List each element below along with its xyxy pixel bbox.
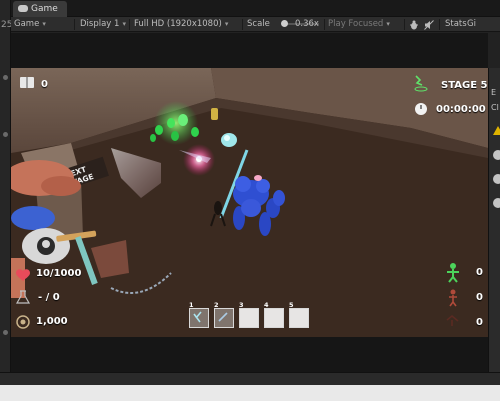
book-count: 0 xyxy=(41,79,48,90)
health-value: 10/1000 xyxy=(36,268,82,279)
stage-label: STAGE 5 xyxy=(441,80,488,91)
divider xyxy=(439,19,440,30)
ally-count-green: 0 xyxy=(476,267,483,278)
game-scene: NEXT STAGE xyxy=(11,68,488,337)
tab-label: Game xyxy=(31,4,58,14)
panel-dot xyxy=(3,132,8,137)
audio-mute-icon[interactable] xyxy=(424,20,434,30)
gamepad-icon xyxy=(18,5,28,12)
display-dropdown[interactable]: Display 1 xyxy=(80,19,126,29)
radio-icon[interactable] xyxy=(493,150,500,160)
panel-dot xyxy=(3,75,8,80)
divider xyxy=(74,19,75,30)
scale-slider-knob[interactable] xyxy=(281,20,288,27)
clock-icon xyxy=(415,103,427,115)
ability-slot-3[interactable] xyxy=(239,308,259,328)
potion-count: - / 0 xyxy=(38,292,60,303)
ally-count-red: 0 xyxy=(476,292,483,303)
warning-icon xyxy=(493,126,500,135)
inspector-label: E xyxy=(491,88,497,97)
ally-count-dark: 0 xyxy=(476,317,483,328)
ability-slot-4[interactable] xyxy=(264,308,284,328)
radio-icon[interactable] xyxy=(493,174,500,184)
hierarchy-panel-edge: 25 xyxy=(0,0,12,372)
bottom-status-bar xyxy=(0,372,500,401)
panel-dot xyxy=(3,330,8,335)
divider xyxy=(129,19,130,30)
ability-slot-2[interactable] xyxy=(214,308,234,328)
game-viewport[interactable]: NEXT STAGE 0 STAGE 5 00:00:00 10/1000 - … xyxy=(11,68,488,337)
bug-icon[interactable] xyxy=(409,20,419,30)
tab-game[interactable]: Game xyxy=(13,1,67,17)
book-icon xyxy=(20,77,34,88)
inspector-label: Cl xyxy=(491,103,499,112)
resolution-dropdown[interactable]: Full HD (1920x1080) xyxy=(134,19,228,29)
gizmos-button[interactable]: Gi xyxy=(467,19,476,29)
gold-amount: 1,000 xyxy=(36,316,68,327)
divider xyxy=(242,19,243,30)
scale-value: 0.36x xyxy=(295,19,319,29)
game-mode-dropdown[interactable]: Game xyxy=(14,19,46,29)
radio-icon[interactable] xyxy=(493,198,500,208)
status-area xyxy=(0,385,500,401)
stats-button[interactable]: Stats xyxy=(445,19,467,29)
tab-bar: Game xyxy=(11,0,500,17)
timer: 00:00:00 xyxy=(436,104,486,115)
ability-slot-1[interactable] xyxy=(189,308,209,328)
ability-slot-5[interactable] xyxy=(289,308,309,328)
unity-editor: 25 Game Game Display 1 Full HD (1920x108… xyxy=(0,0,500,401)
game-toolbar: Game Display 1 Full HD (1920x1080) Scale… xyxy=(11,17,500,32)
divider xyxy=(404,19,405,30)
scale-label: Scale xyxy=(247,19,270,29)
play-mode-dropdown[interactable]: Play Focused xyxy=(328,19,390,29)
inspector-panel-edge: E Cl xyxy=(488,68,500,372)
yellow-item xyxy=(211,108,218,120)
divider xyxy=(324,19,325,30)
